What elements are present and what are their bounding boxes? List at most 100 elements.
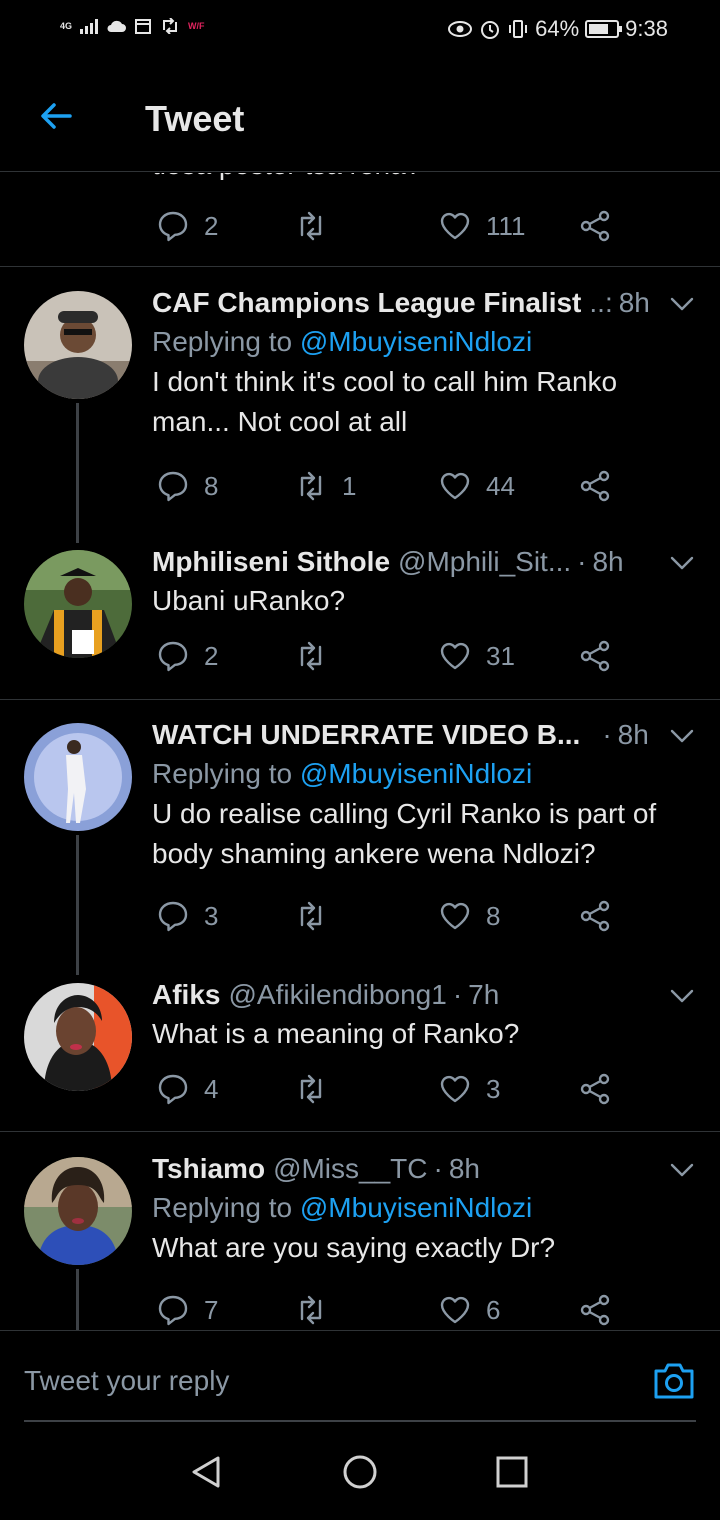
avatar[interactable] bbox=[24, 983, 132, 1091]
share-action[interactable] bbox=[578, 469, 612, 503]
share-icon bbox=[580, 640, 610, 672]
eye-icon bbox=[448, 21, 473, 37]
tweet-time: 8h bbox=[618, 287, 650, 318]
reply-action[interactable]: 2 bbox=[156, 209, 218, 243]
like-action[interactable]: 3 bbox=[438, 1072, 500, 1106]
display-name[interactable]: Mphiliseni Sithole bbox=[152, 546, 390, 578]
share-icon bbox=[580, 1294, 610, 1326]
tweet[interactable]: Afiks @Afikilendibong1 · 7h What is a me… bbox=[0, 961, 720, 1132]
nav-back-icon[interactable] bbox=[188, 1454, 224, 1490]
cloud-icon bbox=[107, 20, 127, 32]
camera-icon[interactable] bbox=[652, 1361, 696, 1401]
retweet-status-icon bbox=[163, 18, 178, 34]
chevron-down-icon[interactable] bbox=[668, 982, 696, 1010]
chevron-down-icon[interactable] bbox=[668, 1156, 696, 1184]
tweet[interactable]: Mphiliseni Sithole @Mphili_Sit... · 8h U… bbox=[0, 532, 720, 700]
tweet-time: 8h bbox=[592, 546, 624, 577]
chevron-down-icon[interactable] bbox=[668, 290, 696, 318]
retweet-action[interactable] bbox=[294, 1293, 342, 1327]
reply-count: 8 bbox=[204, 470, 219, 501]
share-action[interactable] bbox=[578, 1293, 612, 1327]
like-action[interactable]: 44 bbox=[438, 469, 515, 503]
reply-input[interactable]: Tweet your reply bbox=[24, 1365, 229, 1397]
tweet-text-line: U do realise calling Cyril Ranko is part… bbox=[152, 798, 657, 829]
chevron-down-icon[interactable] bbox=[668, 722, 696, 750]
display-name[interactable]: Tshiamo bbox=[152, 1153, 265, 1185]
user-handle[interactable]: @Miss__TC bbox=[273, 1153, 427, 1185]
network-type: 4G bbox=[60, 21, 73, 31]
like-count: 31 bbox=[486, 640, 515, 671]
like-action[interactable]: 6 bbox=[438, 1293, 500, 1327]
calendar-icon bbox=[135, 19, 152, 34]
retweet-icon bbox=[300, 471, 322, 501]
like-action[interactable]: 111 bbox=[438, 209, 526, 243]
reply-feed[interactable]: tlosa poster tsa rena? 2 111 bbox=[0, 173, 720, 1330]
tweet-text-line: body shaming ankere wena Ndlozi? bbox=[152, 838, 596, 869]
replying-to: Replying to @MbuyiseniNdlozi bbox=[152, 1188, 696, 1228]
system-nav-bar bbox=[0, 1422, 720, 1520]
nav-recents-icon[interactable] bbox=[494, 1454, 530, 1490]
tweet-text-line: I don't think it's cool to call him Rank… bbox=[152, 366, 618, 397]
share-icon bbox=[580, 1073, 610, 1105]
user-handle[interactable]: @Afikilendibong1 bbox=[228, 979, 446, 1011]
reply-composer: Tweet your reply bbox=[0, 1330, 720, 1422]
like-action[interactable]: 8 bbox=[438, 899, 500, 933]
display-name[interactable]: WATCH UNDERRATE VIDEO B... bbox=[152, 719, 580, 751]
signal-icon bbox=[80, 18, 99, 34]
share-action[interactable] bbox=[578, 1072, 612, 1106]
like-count: 3 bbox=[486, 1073, 501, 1104]
mention-link[interactable]: @MbuyiseniNdlozi bbox=[300, 326, 532, 357]
chevron-down-icon[interactable] bbox=[668, 549, 696, 577]
tweet[interactable]: Tshiamo @Miss__TC · 8h Replying to @Mbuy… bbox=[0, 1133, 720, 1330]
tweet-actions: 2 31 bbox=[152, 639, 632, 679]
heart-icon bbox=[440, 1296, 470, 1324]
thread-line bbox=[76, 403, 79, 543]
avatar[interactable] bbox=[24, 1157, 132, 1265]
retweet-action[interactable] bbox=[294, 1072, 342, 1106]
heart-icon bbox=[440, 212, 470, 240]
retweet-action[interactable] bbox=[294, 639, 342, 673]
battery-percent: 64% bbox=[535, 16, 580, 41]
page-title: Tweet bbox=[145, 98, 245, 139]
reply-icon bbox=[158, 641, 188, 672]
avatar[interactable] bbox=[24, 723, 132, 831]
share-action[interactable] bbox=[578, 899, 612, 933]
reply-action[interactable]: 4 bbox=[156, 1072, 218, 1106]
user-handle[interactable]: ..: bbox=[589, 287, 612, 319]
header: Tweet bbox=[0, 62, 720, 172]
share-action[interactable] bbox=[578, 639, 612, 673]
user-handle[interactable]: @Mphili_Sit... bbox=[398, 546, 571, 578]
battery-icon bbox=[585, 20, 623, 38]
retweet-action[interactable] bbox=[294, 209, 342, 243]
mention-link[interactable]: @MbuyiseniNdlozi bbox=[300, 758, 532, 789]
mention-link[interactable]: @MbuyiseniNdlozi bbox=[300, 1192, 532, 1223]
back-arrow-icon[interactable] bbox=[36, 96, 76, 136]
display-name[interactable]: Afiks bbox=[152, 979, 220, 1011]
retweet-action[interactable] bbox=[294, 899, 342, 933]
like-count: 6 bbox=[486, 1294, 501, 1325]
share-action[interactable] bbox=[578, 209, 612, 243]
tweet[interactable]: CAF Champions League Finalist ..: 8h Rep… bbox=[0, 268, 720, 543]
alarm-icon bbox=[481, 21, 500, 39]
tweet-partial[interactable]: tlosa poster tsa rena? 2 111 bbox=[0, 173, 720, 267]
avatar[interactable] bbox=[24, 550, 132, 658]
nav-home-icon[interactable] bbox=[342, 1454, 378, 1490]
like-count: 8 bbox=[486, 900, 501, 931]
reply-action[interactable]: 7 bbox=[156, 1293, 218, 1327]
display-name[interactable]: CAF Champions League Finalist bbox=[152, 287, 581, 319]
reply-action[interactable]: 8 bbox=[156, 469, 218, 503]
avatar[interactable] bbox=[24, 291, 132, 399]
like-action[interactable]: 31 bbox=[438, 639, 515, 673]
tweet-actions: 7 6 bbox=[152, 1293, 632, 1330]
share-icon bbox=[580, 900, 610, 932]
reply-count: 7 bbox=[204, 1294, 219, 1325]
retweet-icon bbox=[300, 211, 322, 241]
reply-action[interactable]: 3 bbox=[156, 899, 218, 933]
retweet-icon bbox=[300, 1074, 322, 1104]
retweet-action[interactable]: 1 bbox=[294, 469, 356, 503]
replying-to: Replying to @MbuyiseniNdlozi bbox=[152, 754, 696, 794]
reply-action[interactable]: 2 bbox=[156, 639, 218, 673]
share-icon bbox=[580, 470, 610, 502]
tweet-actions: 8 1 44 bbox=[152, 469, 632, 509]
tweet[interactable]: WATCH UNDERRATE VIDEO B... · 8h Replying… bbox=[0, 701, 720, 975]
